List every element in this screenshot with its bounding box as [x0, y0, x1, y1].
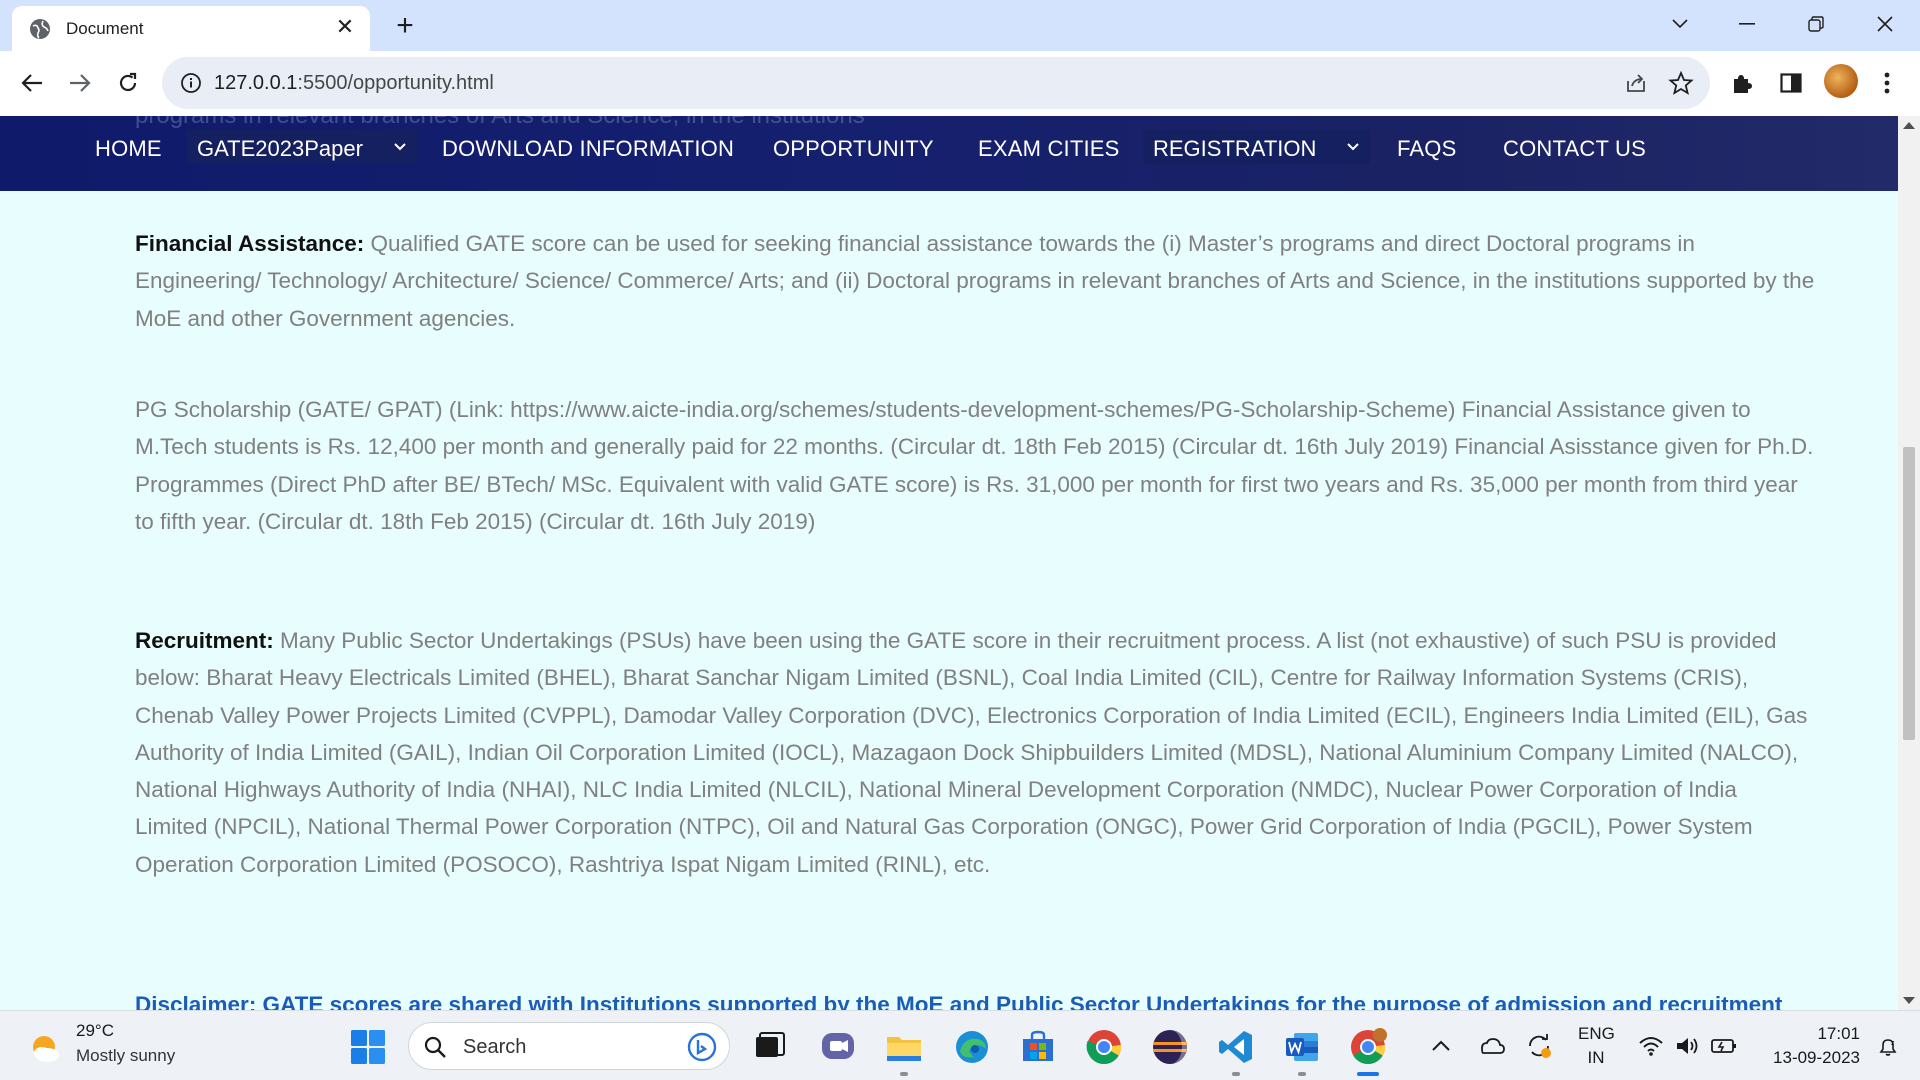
page-viewport: programs in relevant branches of Arts an… — [0, 116, 1898, 1010]
reload-icon[interactable] — [110, 65, 146, 101]
nav-exam-cities[interactable]: EXAM CITIES — [978, 136, 1120, 162]
search-icon — [424, 1036, 446, 1058]
nav-gate2023paper-label: GATE2023Paper — [197, 136, 363, 161]
language-in[interactable]: IN — [1578, 1048, 1614, 1068]
wifi-icon[interactable] — [1638, 1033, 1664, 1059]
close-window-icon[interactable] — [1862, 6, 1908, 42]
back-arrow-icon[interactable] — [14, 65, 50, 101]
site-navbar: programs in relevant branches of Arts an… — [0, 116, 1898, 191]
clock-date[interactable]: 13-09-2023 — [1744, 1048, 1860, 1068]
restore-icon[interactable] — [1793, 6, 1839, 42]
eclipse-ide-icon[interactable] — [1150, 1027, 1190, 1067]
nav-registration-dropdown[interactable]: REGISTRATION — [1143, 130, 1370, 164]
word-running-indicator — [1298, 1072, 1306, 1076]
nav-opportunity[interactable]: OPPORTUNITY — [773, 136, 934, 162]
nav-home[interactable]: HOME — [95, 136, 162, 162]
notification-bell-icon[interactable]: z — [1876, 1035, 1900, 1059]
battery-icon[interactable] — [1710, 1033, 1738, 1059]
recruitment-text: Many Public Sector Undertakings (PSUs) h… — [135, 628, 1808, 877]
financial-assistance-text: Qualified GATE score can be used for see… — [135, 231, 1815, 331]
tab-close-icon[interactable]: ✕ — [334, 16, 356, 38]
tab-search-chevron-icon[interactable] — [1657, 6, 1703, 42]
url-text[interactable]: 127.0.0.1:5500/opportunity.html — [214, 72, 494, 95]
edge-browser-icon[interactable] — [952, 1027, 992, 1067]
globe-icon — [30, 19, 50, 39]
sun-cloud-weather-icon[interactable] — [28, 1031, 62, 1065]
financial-assistance-heading: Financial Assistance: — [135, 231, 365, 256]
recruitment-paragraph: Recruitment: Many Public Sector Undertak… — [135, 622, 1815, 883]
clock-time[interactable]: 17:01 — [1760, 1024, 1860, 1044]
nav-faqs[interactable]: FAQS — [1397, 136, 1457, 162]
tab-title: Document — [66, 19, 144, 38]
weather-temperature[interactable]: 29°C — [76, 1021, 114, 1041]
svg-text:z: z — [1891, 1040, 1895, 1047]
chevron-down-icon — [394, 143, 406, 151]
pg-scholarship-paragraph: PG Scholarship (GATE/ GPAT) (Link: https… — [135, 391, 1815, 540]
teams-chat-icon[interactable] — [818, 1027, 858, 1067]
search-placeholder: Search — [463, 1036, 527, 1058]
disclaimer-link[interactable]: Disclaimer: GATE scores are shared with … — [135, 992, 1782, 1010]
chrome-profile-icon[interactable] — [1348, 1027, 1388, 1067]
browser-toolbar: 127.0.0.1:5500/opportunity.html — [0, 51, 1920, 116]
task-view-icon[interactable] — [750, 1027, 790, 1067]
forward-arrow-icon[interactable] — [62, 65, 98, 101]
language-eng[interactable]: ENG — [1578, 1024, 1615, 1044]
browser-tab-document[interactable]: Document ✕ — [12, 6, 370, 51]
url-path: :5500/opportunity.html — [297, 72, 494, 94]
url-host: 127.0.0.1 — [214, 72, 298, 94]
word-icon[interactable] — [1282, 1027, 1322, 1067]
pg-scholarship-text: PG Scholarship (GATE/ GPAT) (Link: https… — [135, 397, 1814, 534]
chevron-up-icon[interactable] — [1428, 1033, 1454, 1059]
side-panel-icon[interactable] — [1776, 68, 1806, 98]
background-overlap-text: programs in relevant branches of Arts an… — [135, 116, 865, 130]
file-explorer-icon[interactable] — [884, 1027, 924, 1067]
address-bar[interactable]: 127.0.0.1:5500/opportunity.html — [162, 57, 1710, 109]
volume-icon[interactable] — [1674, 1033, 1700, 1059]
bing-chat-icon[interactable] — [687, 1032, 717, 1062]
vscode-running-indicator — [1232, 1072, 1240, 1076]
chrome-icon[interactable] — [1084, 1027, 1124, 1067]
scroll-down-arrow-icon[interactable] — [1903, 997, 1915, 1004]
scroll-up-arrow-icon[interactable] — [1903, 122, 1915, 129]
onedrive-cloud-icon[interactable] — [1476, 1031, 1506, 1061]
profile-avatar[interactable] — [1824, 64, 1858, 98]
windows-taskbar: 29°C Mostly sunny Search ENG IN 17:01 13… — [0, 1010, 1920, 1080]
nav-contact-us[interactable]: CONTACT US — [1503, 136, 1646, 162]
page-scrollbar[interactable] — [1898, 116, 1920, 1010]
sync-icon[interactable] — [1524, 1031, 1554, 1061]
new-tab-icon[interactable]: + — [390, 11, 420, 42]
nav-registration-label: REGISTRATION — [1153, 136, 1317, 161]
bookmark-star-icon[interactable] — [1668, 70, 1694, 96]
chrome-active-indicator — [1357, 1072, 1379, 1076]
weather-description[interactable]: Mostly sunny — [76, 1046, 175, 1066]
menu-kebab-icon[interactable] — [1872, 68, 1902, 98]
extensions-puzzle-icon[interactable] — [1727, 68, 1757, 98]
chevron-down-icon — [1347, 143, 1359, 151]
nav-gate2023paper-dropdown[interactable]: GATE2023Paper — [187, 130, 417, 164]
minimize-icon[interactable] — [1724, 6, 1770, 42]
microsoft-store-icon[interactable] — [1018, 1027, 1058, 1067]
nav-download-information[interactable]: DOWNLOAD INFORMATION — [442, 136, 734, 162]
recruitment-heading: Recruitment: — [135, 628, 274, 653]
financial-assistance-paragraph: Financial Assistance: Qualified GATE sco… — [135, 225, 1815, 337]
share-icon[interactable] — [1624, 71, 1648, 95]
site-info-icon[interactable] — [180, 72, 202, 94]
tab-strip: Document ✕ + — [0, 0, 1920, 51]
vscode-icon[interactable] — [1216, 1027, 1256, 1067]
explorer-running-indicator — [900, 1072, 908, 1076]
taskbar-search-box[interactable]: Search — [408, 1022, 730, 1070]
windows-start-icon[interactable] — [350, 1029, 386, 1065]
scrollbar-thumb[interactable] — [1903, 447, 1915, 740]
